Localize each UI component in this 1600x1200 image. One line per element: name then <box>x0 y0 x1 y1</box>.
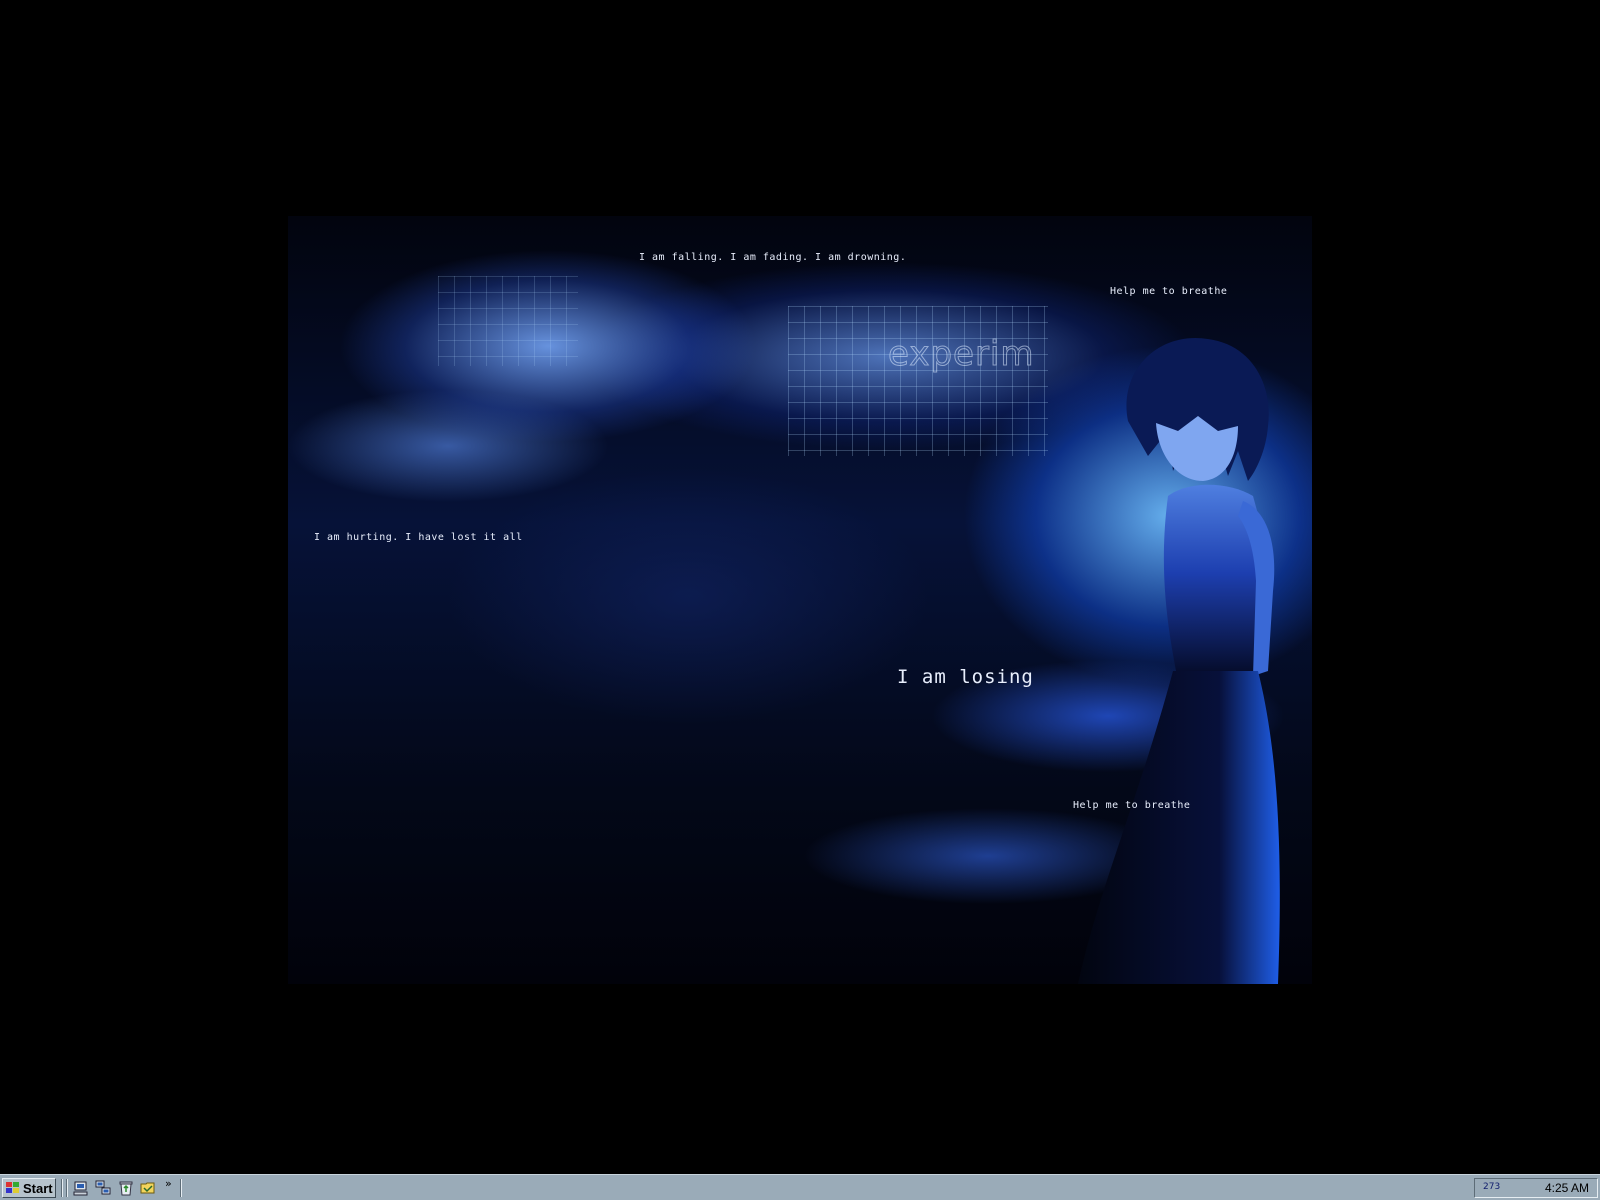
folder-icon[interactable] <box>140 1180 156 1196</box>
computer-icon[interactable] <box>73 1180 89 1196</box>
wallpaper-grid-pattern <box>438 276 578 366</box>
wallpaper-caption: Help me to breathe <box>1110 286 1228 297</box>
taskbar-separator <box>61 1179 63 1197</box>
tray-clock[interactable]: 4:25 AM <box>1545 1181 1589 1195</box>
wallpaper-watermark: experim <box>888 334 1035 375</box>
desktop[interactable]: experim I am falling. I am fading. I am … <box>0 0 1600 1174</box>
wallpaper-caption-large: I am losing <box>897 666 1034 688</box>
recycle-bin-icon[interactable] <box>118 1180 134 1196</box>
anime-girl-figure <box>1078 337 1280 984</box>
desktop-wallpaper: experim I am falling. I am fading. I am … <box>288 216 1312 984</box>
wallpaper-caption: I am hurting. I have lost it all <box>314 532 523 543</box>
taskbar-separator <box>180 1179 182 1197</box>
tray-counter-icon[interactable]: 273 <box>1483 1182 1500 1192</box>
windows-logo-icon <box>6 1182 19 1193</box>
network-icon[interactable] <box>95 1180 111 1196</box>
system-tray: 273 4:25 AM <box>1474 1178 1598 1198</box>
start-label: Start <box>23 1180 53 1196</box>
taskbar-separator <box>66 1179 68 1197</box>
start-button[interactable]: Start <box>2 1178 56 1198</box>
wallpaper-caption: Help me to breathe <box>1073 800 1191 811</box>
taskbar: Start » 273 4:25 AM <box>0 1174 1600 1200</box>
wallpaper-grid-pattern <box>788 306 1048 456</box>
quick-launch-more-button[interactable]: » <box>165 1177 172 1190</box>
wallpaper-caption: I am falling. I am fading. I am drowning… <box>639 252 907 263</box>
